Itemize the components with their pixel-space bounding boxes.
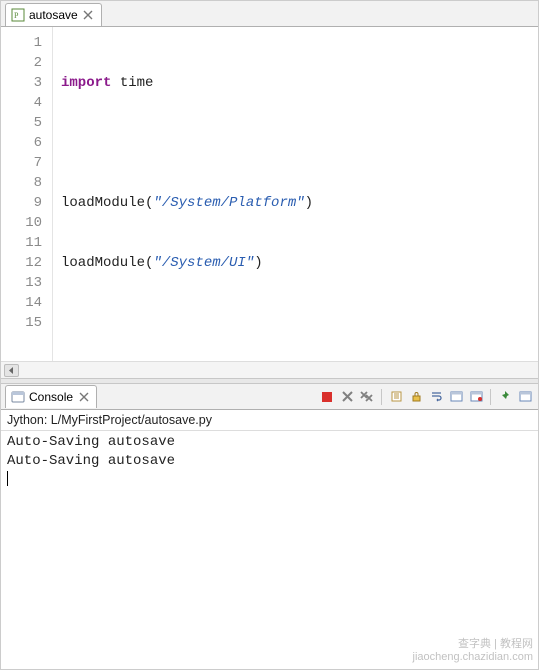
console-output[interactable]: Auto-Saving autosave Auto-Saving autosav… (1, 431, 538, 668)
line-number: 15 (1, 313, 52, 333)
line-number: 13 (1, 273, 52, 293)
editor-tabbar: P autosave (1, 1, 538, 27)
remove-launch-button[interactable] (338, 388, 356, 406)
line-number: 1 (1, 33, 52, 53)
scroll-left-arrow-icon[interactable] (4, 364, 19, 377)
code-line: loadModule("/System/Platform") (61, 193, 538, 213)
console-pane: Console Jython: L/MyFirstProject/autosav… (1, 384, 538, 668)
line-number: 12 (1, 253, 52, 273)
line-number: 9 (1, 193, 52, 213)
line-number: 6 (1, 133, 52, 153)
code-line (61, 313, 538, 333)
word-wrap-button[interactable] (427, 388, 445, 406)
line-number: 2 (1, 53, 52, 73)
editor-tab-autosave[interactable]: P autosave (5, 3, 102, 26)
text-caret (7, 471, 8, 486)
line-number: 7 (1, 153, 52, 173)
show-on-error-button[interactable] (467, 388, 485, 406)
code-line (61, 133, 538, 153)
horizontal-scrollbar[interactable] (1, 361, 538, 378)
console-process-label: Jython: L/MyFirstProject/autosave.py (1, 410, 538, 431)
line-number: 8 (1, 173, 52, 193)
line-number: 4 (1, 93, 52, 113)
line-number: 14 (1, 293, 52, 313)
console-tab-label: Console (29, 390, 73, 404)
remove-all-terminated-button[interactable] (358, 388, 376, 406)
python-file-icon: P (11, 8, 25, 22)
console-tabbar: Console (1, 384, 538, 410)
console-tab[interactable]: Console (5, 385, 97, 408)
code-area[interactable]: import time loadModule("/System/Platform… (53, 27, 538, 361)
console-toolbar (318, 388, 534, 406)
line-number-gutter: 1 2 3 4 5 6 7 8 9 10 11 12 13 14 15 (1, 27, 53, 361)
code-line: loadModule("/System/UI") (61, 253, 538, 273)
show-on-output-button[interactable] (447, 388, 465, 406)
clear-console-button[interactable] (387, 388, 405, 406)
close-icon[interactable] (82, 8, 95, 21)
pin-console-button[interactable] (496, 388, 514, 406)
editor-tab-label: autosave (29, 8, 78, 22)
code-line: import time (61, 73, 538, 93)
close-icon[interactable] (77, 390, 90, 403)
svg-text:P: P (14, 11, 19, 20)
console-icon (11, 390, 25, 404)
editor-body[interactable]: 1 2 3 4 5 6 7 8 9 10 11 12 13 14 15 impo… (1, 27, 538, 361)
watermark: 查字典 | 教程网 jiaocheng.chazidian.com (413, 638, 533, 664)
scroll-lock-button[interactable] (407, 388, 425, 406)
console-line: Auto-Saving autosave (7, 434, 175, 450)
display-selected-console-button[interactable] (516, 388, 534, 406)
line-number: 10 (1, 213, 52, 233)
line-number: 5 (1, 113, 52, 133)
console-line: Auto-Saving autosave (7, 453, 175, 469)
editor-pane: P autosave 1 2 3 4 5 6 7 8 9 10 11 12 13… (1, 1, 538, 378)
line-number: 3 (1, 73, 52, 93)
terminate-button[interactable] (318, 388, 336, 406)
line-number: 11 (1, 233, 52, 253)
